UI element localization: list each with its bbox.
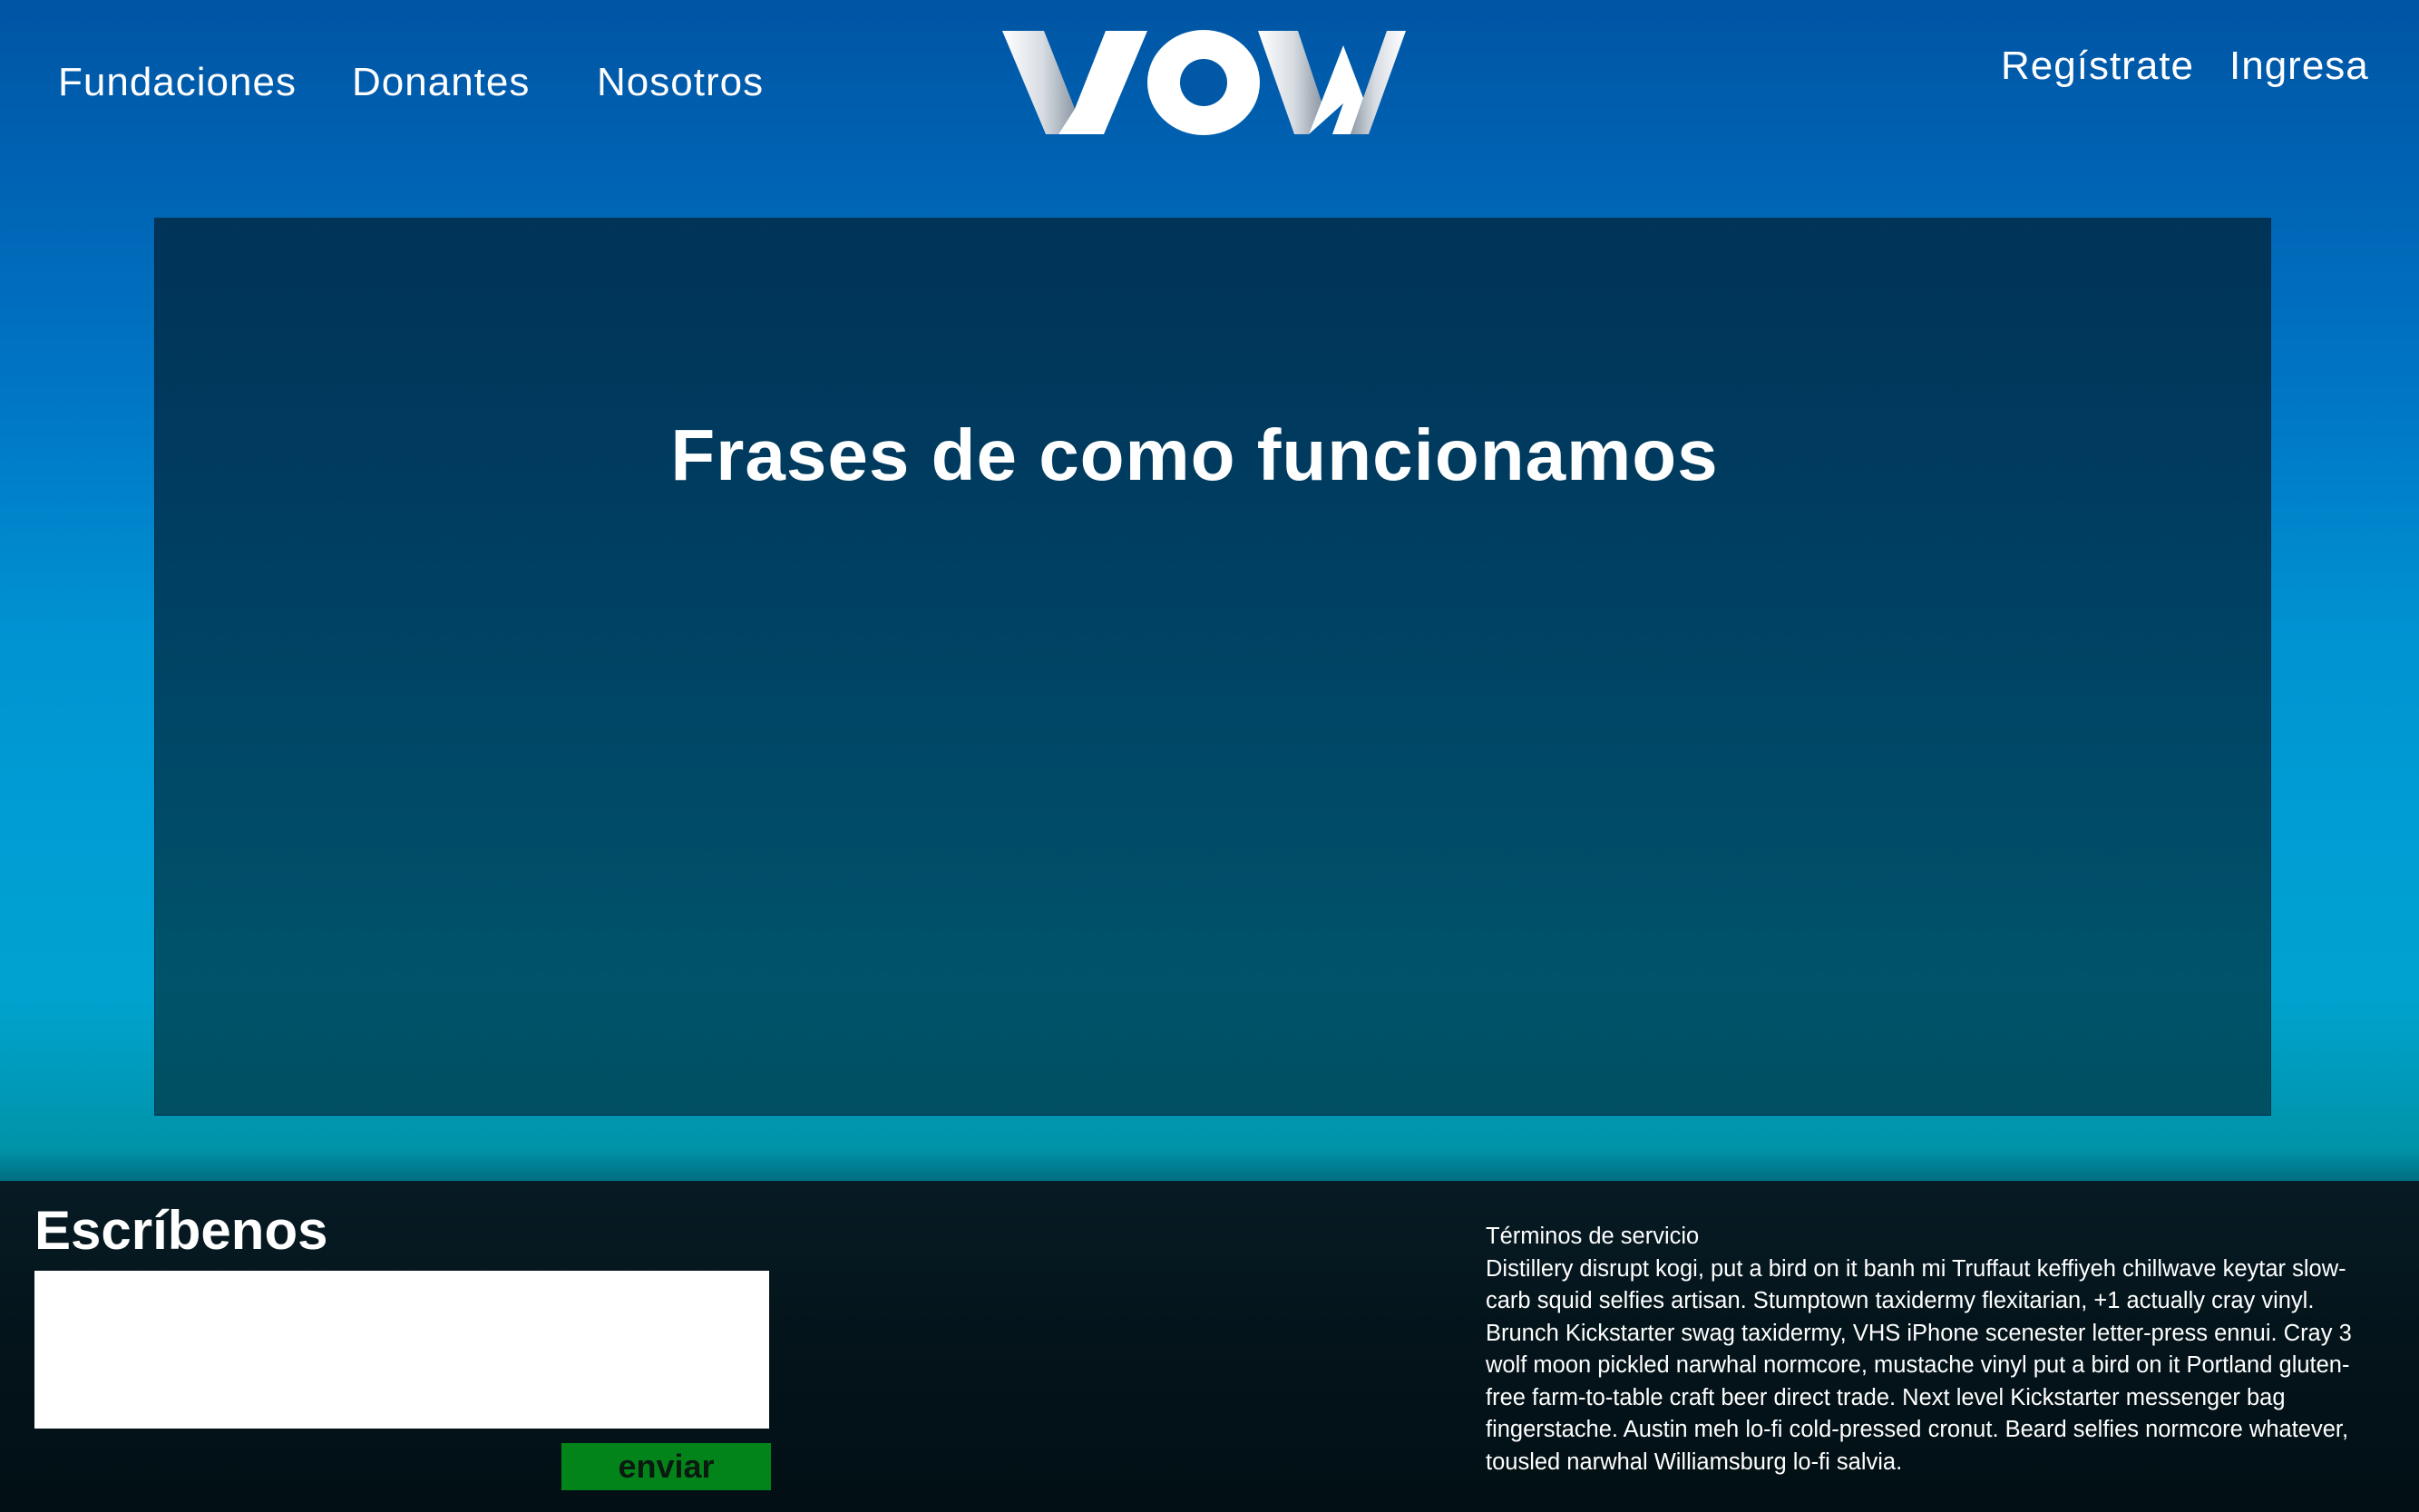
contact-title: Escríbenos [34, 1200, 328, 1261]
login-link[interactable]: Ingresa [2229, 44, 2369, 89]
nav-link-nosotros[interactable]: Nosotros [597, 60, 764, 105]
send-button[interactable]: enviar [561, 1443, 771, 1490]
vow-logo-mark [1002, 30, 1406, 135]
message-textarea[interactable] [34, 1271, 769, 1429]
terms-title[interactable]: Términos de servicio [1486, 1221, 2370, 1253]
terms-section: Términos de servicio Distillery disrupt … [1486, 1221, 2370, 1478]
hero-title: Frases de como funcionamos [670, 415, 1719, 495]
vow-logo[interactable] [1002, 27, 1406, 138]
register-link[interactable]: Regístrate [2001, 44, 2194, 89]
hero-panel: Frases de como funcionamos [154, 218, 2271, 1116]
site-footer: Escríbenos enviar Términos de servicio D… [0, 1181, 2419, 1512]
nav-link-fundaciones[interactable]: Fundaciones [58, 60, 297, 105]
terms-body: Distillery disrupt kogi, put a bird on i… [1486, 1255, 2352, 1475]
nav-link-donantes[interactable]: Donantes [352, 60, 530, 105]
